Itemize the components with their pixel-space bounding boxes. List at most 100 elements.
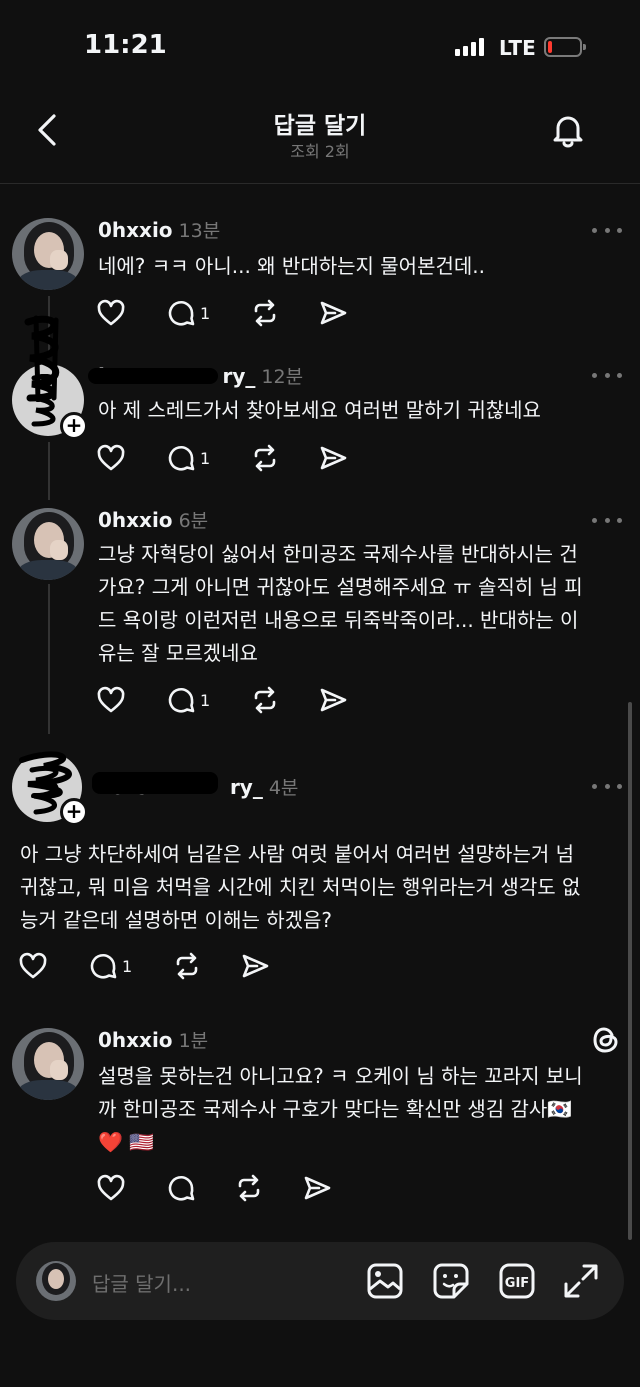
username-text[interactable]: ry_ [223,364,256,388]
post-text: 그냥 자혁당이 싫어서 한미공조 국제수사를 반대하시는 건 가요? 그게 아니… [98,538,583,670]
avatar[interactable] [12,508,84,580]
post-time: 4분 [268,777,299,799]
post-line: 가요? 그게 아니면 귀찮아도 설명해주세요 ㅠ 솔직히 님 피 [98,575,583,599]
reply-button[interactable]: 1 [166,296,210,330]
post-actions [96,1171,356,1205]
username-text[interactable]: ry_ [230,775,263,799]
repost-icon [254,299,276,327]
username-text[interactable]: 0hxxio [98,508,173,532]
repost-icon [176,952,198,980]
share-button[interactable] [318,296,348,330]
post-username[interactable]: 0hxxio 6분 [98,506,208,533]
reply-count: 1 [200,690,211,710]
heart-icon [19,952,47,979]
follow-plus-button[interactable]: + [60,798,88,826]
scrollbar[interactable] [628,702,632,1240]
heart-emoji: ❤️ [98,1130,123,1154]
view-count: 조회 2회 [290,142,350,161]
send-icon [320,688,347,712]
like-button[interactable] [96,296,126,330]
reply-composer[interactable]: 답글 달기... GIF [16,1242,624,1320]
post-line: 유는 잘 모르겠네요 [98,641,258,665]
like-button[interactable] [96,441,126,475]
repost-button[interactable] [250,296,280,330]
avatar [36,1261,76,1301]
redaction-mark [88,368,218,384]
reply-count: 1 [200,448,211,468]
signal-icon [455,38,484,56]
network-label: LTE [499,36,536,60]
repost-button[interactable] [250,441,280,475]
share-button[interactable] [318,683,348,717]
threads-logo-icon [593,1027,618,1053]
follow-plus-button[interactable]: + [60,412,88,440]
gif-icon[interactable]: GIF [498,1262,536,1300]
expand-icon[interactable] [562,1262,600,1300]
reply-button[interactable]: 1 [88,949,132,983]
post-text: 아 제 스레드가서 찾아보세요 여러번 말하기 귀찮네요 [98,394,541,427]
post-username[interactable]: 0hxxio 1분 [98,1026,208,1053]
avatar[interactable] [12,218,84,290]
like-button[interactable] [18,949,48,983]
username-text[interactable]: 0hxxio [98,218,173,242]
post-text: 설명을 못하는건 아니고요? ㅋ 오케이 님 하는 꼬라지 보니 까 한미공조 … [98,1060,583,1159]
post-line: 그냥 자혁당이 싫어서 한미공조 국제수사를 반대하시는 건 [98,542,578,566]
reply-button[interactable]: 1 [166,441,210,475]
bell-icon[interactable] [548,110,588,150]
reply-count: 1 [200,303,211,323]
share-button[interactable] [240,949,270,983]
avatar[interactable] [12,1028,84,1100]
repost-icon [254,444,276,472]
post-line: 아 그냥 차단하세여 님같은 사람 여럿 붙어서 여러번 설먕하는거 넘 [20,842,575,866]
post-actions: 1 [96,683,356,717]
reply-button[interactable]: 1 [166,683,210,717]
like-button[interactable] [96,1171,126,1205]
more-options-icon[interactable] [592,226,622,234]
post-actions: 1 [18,949,278,983]
repost-button[interactable] [250,683,280,717]
heart-icon [97,444,125,471]
post-line: 설명을 못하는건 아니고요? ㅋ 오케이 님 하는 꼬라지 보니 [98,1064,583,1088]
post-username[interactable]: 0hxxio 13분 [98,216,220,243]
post-time: 13분 [178,220,221,242]
reply-input[interactable]: 답글 달기... [92,1268,191,1297]
username-text[interactable]: 0hxxio [98,1028,173,1052]
heart-icon [97,686,125,713]
thread-line [48,584,50,734]
post-text: 네에? ㅋㅋ 아니... 왜 반대하는지 물어본건데.. [98,250,485,283]
heart-icon [97,299,125,326]
post-actions: 1 [96,441,356,475]
image-icon[interactable] [366,1262,404,1300]
post-text: 아 그냥 차단하세여 님같은 사람 여럿 붙어서 여러번 설먕하는거 넘 귀찮고… [20,838,630,937]
reply-button[interactable] [166,1171,196,1205]
comment-icon [168,300,195,326]
scribble-mark [24,315,60,402]
status-bar: 11:21 LTE [0,0,640,96]
post-line: 까 한미공조 국제수사 구호가 맞다는 확신만 생김 감사 [98,1097,548,1121]
repost-button[interactable] [172,949,202,983]
flag-kr-icon: 🇰🇷 [547,1097,573,1121]
comment-icon [168,445,195,471]
more-options-icon[interactable] [592,782,622,790]
post-line: 귀찮고, 뭐 미음 처먹을 시간에 치킨 처먹이는 행위라는거 생각도 없 [20,875,581,899]
post-actions: 1 [96,296,356,330]
repost-button[interactable] [234,1171,264,1205]
battery-icon [544,37,586,57]
share-button[interactable] [302,1171,332,1205]
svg-text:GIF: GIF [505,1276,529,1291]
post-line: 아 제 스레드가서 찾아보세요 여러번 말하기 귀찮네요 [98,398,541,422]
comment-icon [90,953,117,979]
post-time: 12분 [261,366,304,388]
comment-icon [168,1175,195,1201]
redaction-mark [92,772,218,794]
like-button[interactable] [96,683,126,717]
post-line: 네에? ㅋㅋ 아니... 왜 반대하는지 물어본건데.. [98,254,485,278]
share-button[interactable] [318,441,348,475]
sticker-icon[interactable] [432,1262,470,1300]
post-line: 드 욕이랑 이런저런 내용으로 뒤죽박죽이라... 반대하는 이 [98,608,579,632]
header: 답글 달기 조회 2회 [0,96,640,184]
more-options-icon[interactable] [592,516,622,524]
send-icon [304,1176,331,1200]
post-line: 능거 같은데 설명하면 이해는 하겠음? [20,908,333,932]
more-options-icon[interactable] [592,371,622,379]
